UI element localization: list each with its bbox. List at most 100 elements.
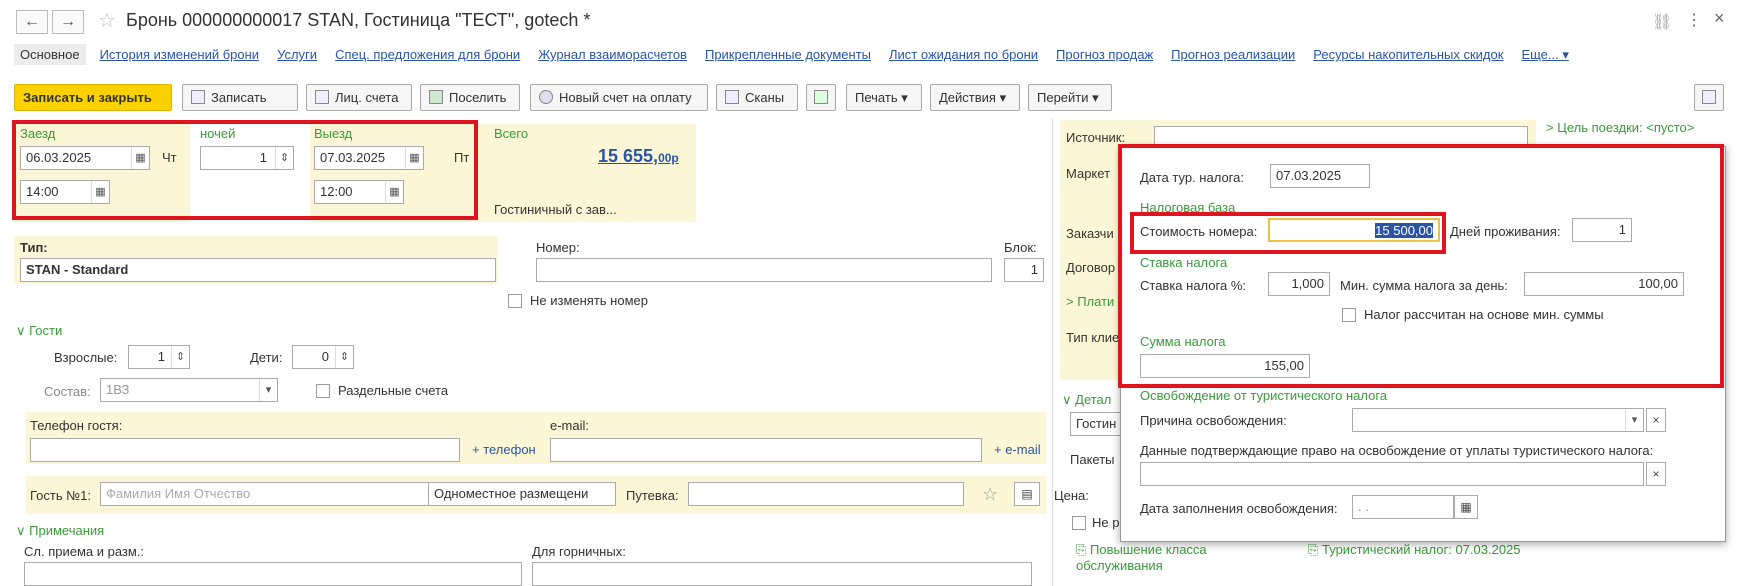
tab-special-offers[interactable]: Спец. предложения для брони	[335, 44, 520, 65]
guest-label: Гость №1:	[30, 488, 92, 503]
favorite-star-icon[interactable]: ☆	[98, 8, 116, 33]
accounts-button[interactable]: Лиц. счета	[306, 84, 412, 111]
proof-field[interactable]	[1140, 462, 1644, 486]
more-icon[interactable]: ⋮	[1686, 10, 1702, 30]
tab-main[interactable]: Основное	[14, 44, 86, 65]
not-label: Не р	[1092, 515, 1120, 530]
checkout-dow: Пт	[454, 150, 470, 165]
fill-date-field[interactable]: . .	[1352, 495, 1454, 519]
maids-notes-field[interactable]	[532, 562, 1032, 586]
tax-sum-field[interactable]: 155,00	[1140, 354, 1310, 378]
voucher-label: Путевка:	[626, 488, 679, 503]
phone-field[interactable]	[30, 438, 460, 462]
close-icon[interactable]: ×	[1714, 8, 1725, 29]
total-amount[interactable]: 15 655,00р	[598, 146, 679, 167]
tax-date-field[interactable]: 07.03.2025	[1270, 164, 1370, 188]
calendar-icon[interactable]: ▦	[1454, 495, 1478, 519]
trip-goal-section[interactable]: > Цель поездки: <пусто>	[1546, 120, 1694, 135]
block-field[interactable]: 1	[1004, 258, 1044, 282]
checkin-time-field[interactable]: 14:00 ▦	[20, 180, 110, 204]
attach-button[interactable]	[806, 84, 836, 111]
save-button[interactable]: Записать	[182, 84, 298, 111]
camera-button[interactable]	[1694, 84, 1724, 111]
tab-history[interactable]: История изменений брони	[100, 44, 260, 65]
rate-label: Ставка налога %:	[1140, 278, 1246, 293]
actions-button[interactable]: Действия ▾	[930, 84, 1020, 111]
settle-button[interactable]: Поселить	[420, 84, 520, 111]
total-label: Всего	[494, 126, 529, 141]
days-field[interactable]: 1	[1572, 218, 1632, 242]
clock-icon[interactable]: ▦	[91, 181, 109, 203]
tab-services[interactable]: Услуги	[277, 44, 317, 65]
email-field[interactable]	[550, 438, 982, 462]
upgrade-link[interactable]: ⎘ Повышение класса обслуживания	[1076, 542, 1266, 573]
guest-name-field[interactable]: Фамилия Имя Отчество	[100, 482, 430, 506]
tab-discount-resources[interactable]: Ресурсы накопительных скидок	[1313, 44, 1503, 65]
stepper-icon[interactable]: ⇕	[275, 147, 293, 169]
min-based-checkbox[interactable]	[1342, 308, 1356, 322]
phone-label: Телефон гостя:	[30, 418, 123, 433]
maids-notes-label: Для горничных:	[532, 544, 626, 559]
composition-field[interactable]: 1ВЗ ▾	[100, 378, 278, 402]
tax-base-section: Налоговая база	[1140, 200, 1236, 215]
adults-label: Взрослые:	[54, 350, 118, 365]
goto-button[interactable]: Перейти ▾	[1028, 84, 1112, 111]
tab-attachments[interactable]: Прикрепленные документы	[705, 44, 871, 65]
stepper-icon[interactable]: ⇕	[335, 346, 353, 368]
room-type-label: Тип:	[20, 240, 48, 255]
rate-field[interactable]: 1,000	[1268, 272, 1330, 296]
dropdown-icon[interactable]: ▾	[259, 379, 277, 401]
room-type-field[interactable]: STAN - Standard	[20, 258, 496, 282]
add-phone-link[interactable]: + телефон	[472, 442, 536, 457]
details-section[interactable]: ∨ Детал	[1062, 392, 1111, 408]
details-button[interactable]: ▤	[1014, 482, 1040, 506]
form-tabs: Основное История изменений брони Услуги Спе…	[14, 44, 1587, 70]
reception-notes-field[interactable]	[24, 562, 522, 586]
add-email-link[interactable]: + e-mail	[994, 442, 1041, 457]
tab-more[interactable]: Еще... ▾	[1521, 44, 1568, 66]
room-cost-field[interactable]: 15 500,00	[1268, 218, 1440, 242]
checkout-time-field[interactable]: 12:00 ▦	[314, 180, 404, 204]
forward-button[interactable]: →	[52, 10, 84, 34]
calendar-icon[interactable]: ▦	[405, 147, 423, 169]
guests-section[interactable]: ∨ Гости	[16, 323, 62, 339]
reason-clear-button[interactable]: ×	[1646, 408, 1666, 432]
not-checkbox[interactable]	[1072, 516, 1086, 530]
print-button[interactable]: Печать ▾	[846, 84, 922, 111]
days-label: Дней проживания:	[1450, 224, 1561, 239]
checkin-date-field[interactable]: 06.03.2025 ▦	[20, 146, 150, 170]
adults-field[interactable]: 1 ⇕	[128, 345, 190, 369]
tab-realization-forecast[interactable]: Прогноз реализации	[1171, 44, 1295, 65]
calendar-icon[interactable]: ▦	[131, 147, 149, 169]
page-title: Бронь 000000000017 STAN, Гостиница "ТЕСТ…	[126, 10, 591, 30]
tourist-tax-link[interactable]: ⎘ Туристический налог: 07.03.2025	[1308, 542, 1521, 558]
new-invoice-button[interactable]: Новый счет на оплату	[530, 84, 708, 111]
tab-sales-forecast[interactable]: Прогноз продаж	[1056, 44, 1153, 65]
keep-number-checkbox[interactable]	[508, 294, 522, 308]
tab-waitlist[interactable]: Лист ожидания по брони	[889, 44, 1038, 65]
market-label: Маркет	[1066, 166, 1111, 181]
checkout-date-field[interactable]: 07.03.2025 ▦	[314, 146, 424, 170]
scans-button[interactable]: Сканы	[716, 84, 798, 111]
invoice-icon	[539, 90, 553, 104]
link-icon[interactable]: ⛓	[1652, 12, 1672, 32]
voucher-field[interactable]	[688, 482, 964, 506]
save-close-button[interactable]: Записать и закрыть	[14, 84, 172, 111]
room-number-field[interactable]	[536, 258, 992, 282]
nights-field[interactable]: 1 ⇕	[200, 146, 294, 170]
separate-accounts-label: Раздельные счета	[338, 383, 449, 398]
min-sum-field[interactable]: 100,00	[1524, 272, 1684, 296]
tab-settlements[interactable]: Журнал взаиморасчетов	[538, 44, 687, 65]
dropdown-icon[interactable]: ▾	[1625, 409, 1643, 431]
reason-field[interactable]: ▾	[1352, 408, 1644, 432]
clock-icon[interactable]: ▦	[385, 181, 403, 203]
payer-section[interactable]: > Плати	[1066, 294, 1114, 309]
proof-clear-button[interactable]: ×	[1646, 462, 1666, 486]
notes-section[interactable]: ∨ Примечания	[16, 523, 104, 539]
back-button[interactable]: ←	[16, 10, 48, 34]
children-field[interactable]: 0 ⇕	[292, 345, 354, 369]
star-icon[interactable]: ☆	[982, 484, 998, 505]
stepper-icon[interactable]: ⇕	[171, 346, 189, 368]
separate-accounts-checkbox[interactable]	[316, 384, 330, 398]
placement-field[interactable]: Одноместное размещени	[428, 482, 616, 506]
